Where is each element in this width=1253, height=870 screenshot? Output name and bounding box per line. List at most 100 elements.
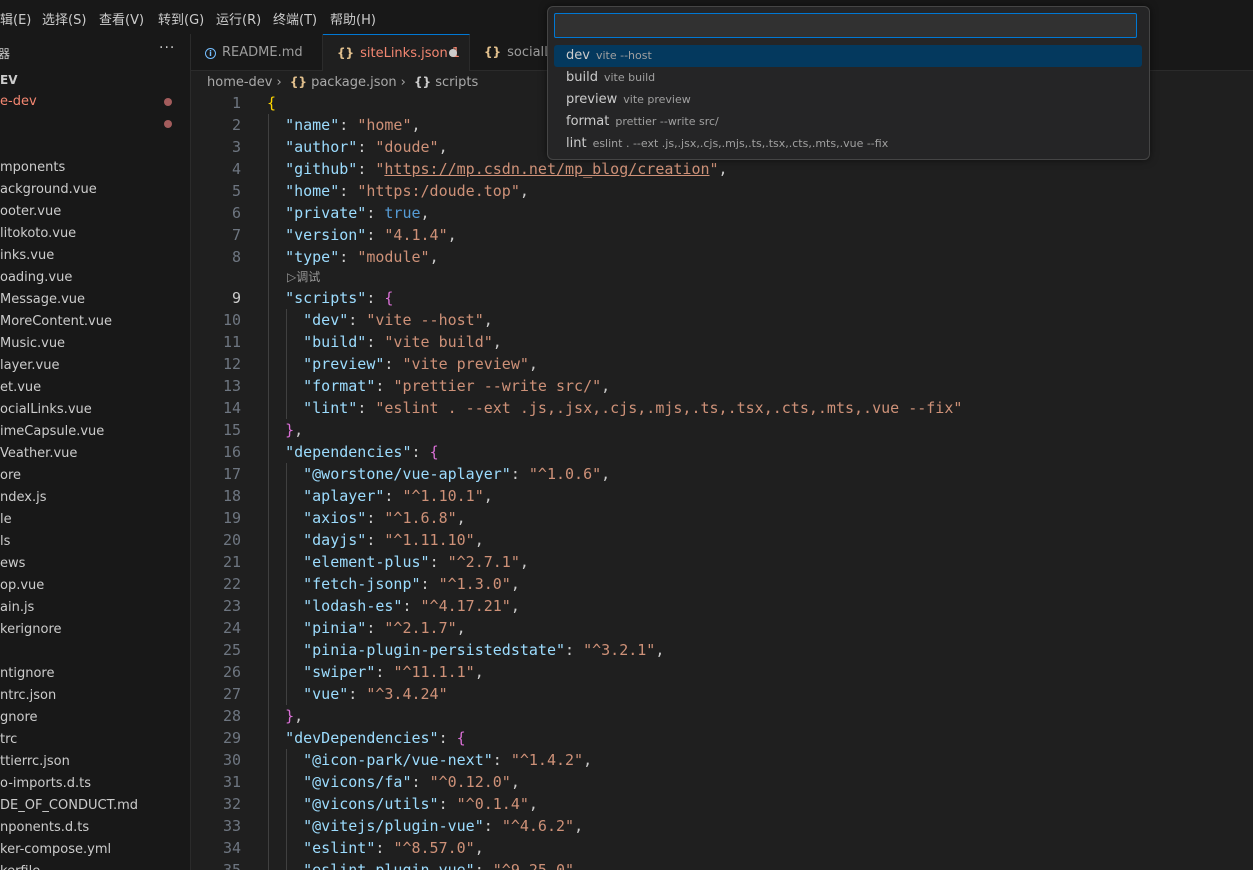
line-code[interactable]: "dev": "vite --host", [267, 309, 493, 331]
line-code[interactable]: "type": "module", [267, 246, 439, 268]
tree-item[interactable]: EV [0, 69, 17, 91]
menu-help[interactable]: 帮助(H) [330, 9, 376, 28]
quick-pick-item-preview[interactable]: preview vite preview [554, 89, 1142, 111]
line-code[interactable]: "private": true, [267, 202, 430, 224]
line-code[interactable]: "home": "https:/doude.top", [267, 180, 529, 202]
line-code[interactable]: "name": "home", [267, 114, 420, 136]
line-code[interactable]: }, [267, 705, 303, 727]
tree-item[interactable]: o-imports.d.ts [0, 773, 91, 795]
line-code[interactable]: "@worstone/vue-aplayer": "^1.0.6", [267, 463, 610, 485]
code-editor[interactable]: 1{2 "name": "home", 3 "author": "doude", 4… [191, 92, 1253, 870]
code-token: : [366, 204, 385, 222]
tree-item[interactable]: nponents.d.ts [0, 817, 89, 839]
code-token: : [339, 248, 358, 266]
tree-item[interactable]: ocialLinks.vue [0, 399, 92, 421]
line-code[interactable]: "preview": "vite preview", [267, 353, 538, 375]
breadcrumb-file[interactable]: package.json [311, 75, 397, 90]
menu-go[interactable]: 转到(G) [158, 9, 204, 28]
tree-item[interactable]: trc [0, 729, 17, 751]
menu-selection[interactable]: 选择(S) [42, 9, 86, 28]
tree-item[interactable]: ttierrc.json [0, 751, 70, 773]
breadcrumb-symbol[interactable]: scripts [435, 75, 478, 90]
tree-item[interactable]: oading.vue [0, 267, 72, 289]
quick-pick-input[interactable] [554, 13, 1137, 38]
tree-item[interactable]: ls [0, 531, 10, 553]
tree-item[interactable]: DE_OF_CONDUCT.md [0, 795, 138, 817]
menu-view[interactable]: 查看(V) [99, 9, 144, 28]
quick-pick-item-dev[interactable]: dev vite --host [554, 45, 1142, 67]
quick-pick-item-format[interactable]: format prettier --write src/ [554, 111, 1142, 133]
line-code[interactable]: { [267, 92, 276, 114]
debug-codelens[interactable]: ▷调试 [287, 268, 320, 287]
tree-item[interactable]: kerignore [0, 619, 62, 641]
script-name: format [566, 114, 610, 129]
line-code[interactable]: "dependencies": { [267, 441, 439, 463]
tree-item[interactable]: kerfile [0, 861, 40, 870]
line-code[interactable]: "lint": "eslint . --ext .js,.jsx,.cjs,.m… [267, 397, 962, 419]
line-code[interactable]: "version": "4.1.4", [267, 224, 457, 246]
tree-item[interactable]: ackground.vue [0, 179, 97, 201]
menu-edit[interactable]: 辑(E) [0, 9, 31, 28]
line-code[interactable]: "build": "vite build", [267, 331, 502, 353]
tree-item[interactable]: ntrc.json [0, 685, 56, 707]
line-code[interactable]: "@vicons/fa": "^0.12.0", [267, 771, 520, 793]
tree-item[interactable]: ews [0, 553, 25, 575]
line-code[interactable]: "devDependencies": { [267, 727, 466, 749]
tree-item[interactable]: et.vue [0, 377, 41, 399]
code-token: , [519, 553, 529, 571]
line-code[interactable]: "swiper": "^11.1.1", [267, 661, 484, 683]
quick-pick-item-build[interactable]: build vite build [554, 67, 1142, 89]
line-code[interactable]: "vue": "^3.4.24" [267, 683, 448, 705]
line-code[interactable]: "aplayer": "^1.10.1", [267, 485, 493, 507]
tree-item[interactable]: ker-compose.yml [0, 839, 111, 861]
tree-item[interactable]: Music.vue [0, 333, 65, 355]
more-actions-icon[interactable]: ··· [159, 40, 175, 56]
tree-item[interactable]: mponents [0, 157, 65, 179]
tree-item[interactable]: inks.vue [0, 245, 54, 267]
tab-sitelinks[interactable]: {} siteLinks.json 1 [323, 34, 470, 71]
line-code[interactable]: "eslint-plugin-vue": "^9.25.0", [267, 859, 583, 870]
tab-social-links[interactable]: {} socialLin [470, 34, 563, 70]
unsaved-dot-icon[interactable] [449, 49, 457, 57]
line-code[interactable]: "@vicons/utils": "^0.1.4", [267, 793, 538, 815]
quick-pick-item-lint[interactable]: lint eslint . --ext .js,.jsx,.cjs,.mjs,.t… [554, 133, 1142, 155]
tree-item[interactable]: ntignore [0, 663, 54, 685]
tree-item[interactable]: ooter.vue [0, 201, 61, 223]
line-number: 32 [222, 795, 241, 813]
line-code[interactable]: "@icon-park/vue-next": "^1.4.2", [267, 749, 592, 771]
menu-terminal[interactable]: 终端(T) [273, 9, 317, 28]
line-code[interactable]: "github": "https://mp.csdn.net/mp_blog/c… [267, 158, 728, 180]
tree-item[interactable]: le [0, 509, 12, 531]
line-code[interactable]: "pinia-plugin-persistedstate": "^3.2.1", [267, 639, 664, 661]
code-token: "^4.17.21" [420, 597, 511, 615]
line-code[interactable]: "axios": "^1.6.8", [267, 507, 466, 529]
tree-item[interactable]: op.vue [0, 575, 44, 597]
tree-item[interactable]: ndex.js [0, 487, 46, 509]
line-code[interactable]: "pinia": "^2.1.7", [267, 617, 466, 639]
tree-item[interactable]: Veather.vue [0, 443, 77, 465]
line-code[interactable]: "element-plus": "^2.7.1", [267, 551, 529, 573]
code-token: , [492, 333, 502, 351]
tab-readme[interactable]: i README.md [191, 34, 323, 70]
tree-item[interactable]: layer.vue [0, 355, 59, 377]
breadcrumb-folder[interactable]: home-dev [207, 75, 273, 90]
line-code[interactable]: "scripts": { [267, 287, 393, 309]
line-code[interactable]: "format": "prettier --write src/", [267, 375, 610, 397]
line-code[interactable]: "dayjs": "^1.11.10", [267, 529, 484, 551]
line-code[interactable]: "author": "doude", [267, 136, 448, 158]
tree-item[interactable]: imeCapsule.vue [0, 421, 104, 443]
line-code[interactable]: "@vitejs/plugin-vue": "^4.6.2", [267, 815, 583, 837]
menu-run[interactable]: 运行(R) [216, 9, 261, 28]
tree-item[interactable]: Message.vue [0, 289, 85, 311]
tree-item[interactable]: ore [0, 465, 21, 487]
tree-item[interactable]: ain.js [0, 597, 34, 619]
line-code[interactable]: "eslint": "^8.57.0", [267, 837, 484, 859]
tree-item[interactable]: e-dev [0, 91, 37, 113]
line-code[interactable]: }, [267, 419, 303, 441]
line-code[interactable]: "fetch-jsonp": "^1.3.0", [267, 573, 520, 595]
tree-item[interactable]: gnore [0, 707, 38, 729]
tree-item[interactable]: litokoto.vue [0, 223, 76, 245]
tree-item[interactable]: MoreContent.vue [0, 311, 112, 333]
line-code[interactable]: "lodash-es": "^4.17.21", [267, 595, 520, 617]
code-token[interactable]: https://mp.csdn.net/mp_blog/creation [384, 160, 709, 178]
